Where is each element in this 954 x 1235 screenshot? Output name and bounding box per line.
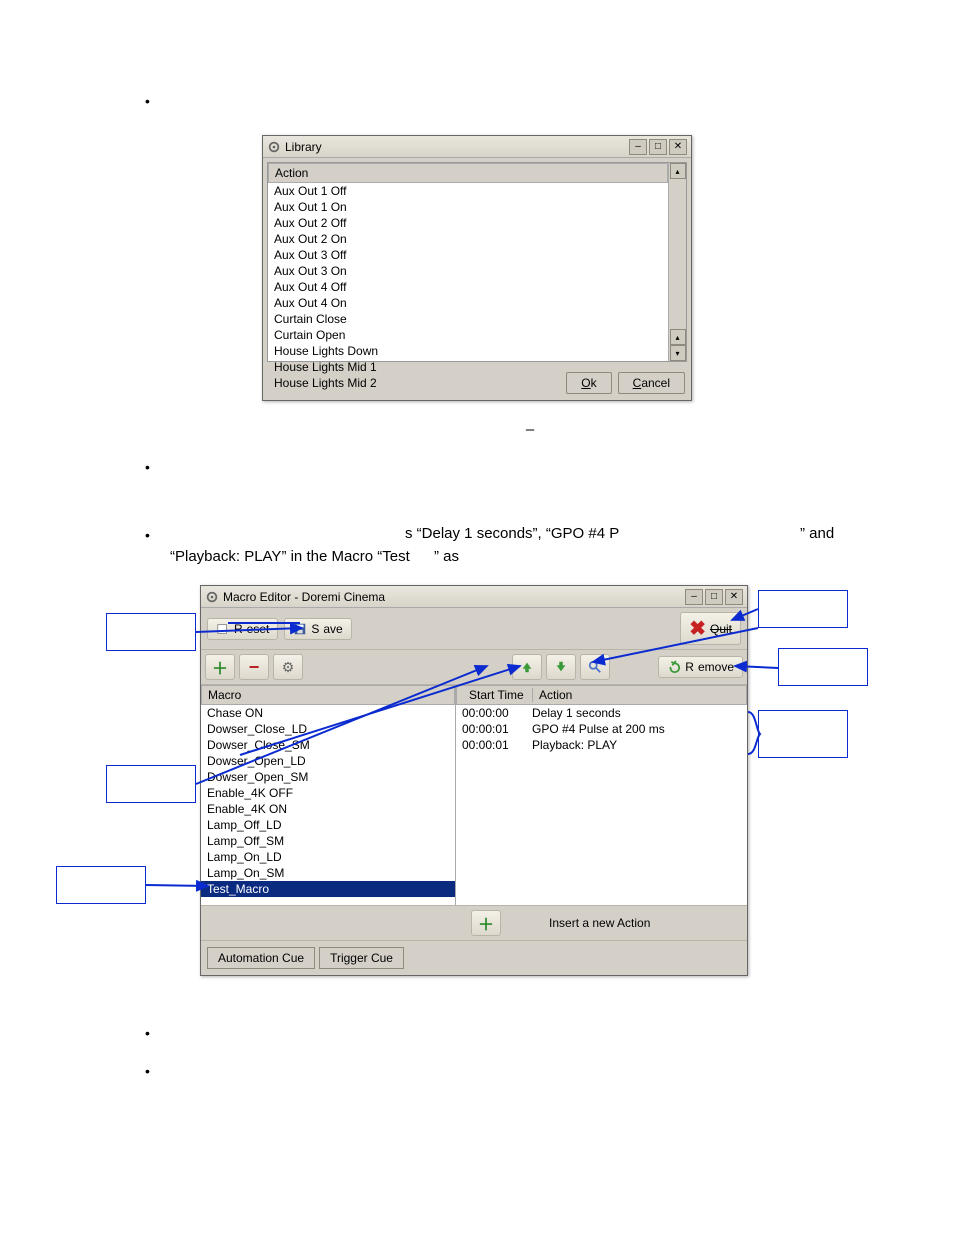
tab-automation-cue[interactable]: Automation Cue bbox=[207, 947, 315, 969]
list-item[interactable]: Aux Out 3 On bbox=[268, 263, 668, 279]
bullet: • bbox=[145, 459, 150, 475]
minimize-button[interactable]: – bbox=[685, 589, 703, 605]
macro-column-header: Macro bbox=[201, 685, 455, 705]
list-item[interactable]: Aux Out 2 Off bbox=[268, 215, 668, 231]
list-item[interactable]: Curtain Close bbox=[268, 311, 668, 327]
library-window: Library – □ ✕ Action Aux Out 1 OffAux Ou… bbox=[262, 135, 692, 401]
cell-start-time: 00:00:01 bbox=[462, 722, 532, 736]
cell-action: GPO #4 Pulse at 200 ms bbox=[532, 722, 741, 736]
remove-button[interactable]: Remove bbox=[658, 656, 743, 678]
window-title: Library bbox=[285, 140, 629, 154]
add-action-button[interactable]: ＋ bbox=[471, 910, 501, 936]
list-item[interactable]: Dowser_Close_LD bbox=[201, 721, 455, 737]
settings-button[interactable]: ⚙ bbox=[273, 654, 303, 680]
body-text: ” as bbox=[434, 546, 459, 567]
macro-editor-window: Macro Editor - Doremi Cinema – □ ✕ Reset… bbox=[200, 585, 748, 976]
ok-button[interactable]: Ok bbox=[566, 372, 611, 394]
list-item[interactable]: Dowser_Open_LD bbox=[201, 753, 455, 769]
undo-icon bbox=[667, 660, 681, 674]
start-time-header: Start Time bbox=[463, 688, 533, 702]
body-text: s “Delay 1 seconds”, “GPO #4 P bbox=[405, 523, 619, 544]
list-item[interactable]: Aux Out 1 Off bbox=[268, 183, 668, 199]
move-down-button[interactable] bbox=[546, 654, 576, 680]
arrow-up-icon bbox=[520, 660, 534, 674]
minimize-button[interactable]: – bbox=[629, 139, 647, 155]
zoom-button[interactable] bbox=[580, 654, 610, 680]
list-item[interactable]: Lamp_Off_SM bbox=[201, 833, 455, 849]
table-row[interactable]: 00:00:01Playback: PLAY bbox=[456, 737, 747, 753]
minus-icon: − bbox=[249, 657, 260, 678]
add-macro-button[interactable]: ＋ bbox=[205, 654, 235, 680]
scrollbar[interactable]: ▴ ▴ ▾ bbox=[668, 163, 686, 361]
magnifier-icon bbox=[588, 660, 602, 674]
scroll-up[interactable]: ▴ bbox=[670, 163, 686, 179]
list-item[interactable]: Enable_4K ON bbox=[201, 801, 455, 817]
callout-save bbox=[106, 613, 196, 651]
bullet: • bbox=[145, 1025, 150, 1041]
body-text: ” and bbox=[800, 523, 834, 544]
cell-start-time: 00:00:01 bbox=[462, 738, 532, 752]
body-text: “Playback: PLAY” in the Macro “Test bbox=[170, 546, 410, 567]
gear-icon bbox=[205, 590, 219, 604]
callout-movedown bbox=[106, 765, 196, 803]
cell-action: Delay 1 seconds bbox=[532, 706, 741, 720]
bullet: • bbox=[145, 93, 150, 109]
list-item[interactable]: Dowser_Open_SM bbox=[201, 769, 455, 785]
maximize-button[interactable]: □ bbox=[705, 589, 723, 605]
action-list[interactable]: Aux Out 1 OffAux Out 1 OnAux Out 2 OffAu… bbox=[268, 183, 668, 391]
insert-action-label: Insert a new Action bbox=[549, 916, 650, 930]
plus-icon: ＋ bbox=[212, 655, 228, 679]
cancel-button[interactable]: Cancel bbox=[618, 372, 685, 394]
list-item[interactable]: Aux Out 4 Off bbox=[268, 279, 668, 295]
maximize-button[interactable]: □ bbox=[649, 139, 667, 155]
list-item[interactable]: Dowser_Close_SM bbox=[201, 737, 455, 753]
list-item[interactable]: Curtain Open bbox=[268, 327, 668, 343]
list-item[interactable]: Lamp_On_SM bbox=[201, 865, 455, 881]
list-item[interactable]: Enable_4K OFF bbox=[201, 785, 455, 801]
list-item[interactable]: Chase ON bbox=[201, 705, 455, 721]
quit-button[interactable]: ✖ Quit bbox=[680, 612, 741, 645]
table-row[interactable]: 00:00:01GPO #4 Pulse at 200 ms bbox=[456, 721, 747, 737]
list-item[interactable]: House Lights Down bbox=[268, 343, 668, 359]
close-button[interactable]: ✕ bbox=[725, 589, 743, 605]
column-header: Action bbox=[268, 163, 668, 183]
list-item[interactable]: Aux Out 3 Off bbox=[268, 247, 668, 263]
cell-action: Playback: PLAY bbox=[532, 738, 741, 752]
reset-button[interactable]: Reset bbox=[207, 618, 278, 640]
close-button[interactable]: ✕ bbox=[669, 139, 687, 155]
callout-quit bbox=[758, 590, 848, 628]
callout-actions bbox=[758, 710, 848, 758]
tab-trigger-cue[interactable]: Trigger Cue bbox=[319, 947, 404, 969]
bullet: • bbox=[145, 527, 150, 543]
figure-caption: – bbox=[330, 421, 730, 438]
window-title: Macro Editor - Doremi Cinema bbox=[223, 590, 685, 604]
list-item[interactable]: Aux Out 4 On bbox=[268, 295, 668, 311]
macro-list[interactable]: Chase ONDowser_Close_LDDowser_Close_SMDo… bbox=[201, 705, 455, 897]
table-row[interactable]: 00:00:00Delay 1 seconds bbox=[456, 705, 747, 721]
cell-start-time: 00:00:00 bbox=[462, 706, 532, 720]
close-icon: ✖ bbox=[689, 616, 706, 641]
move-up-button[interactable] bbox=[512, 654, 542, 680]
callout-remove bbox=[778, 648, 868, 686]
action-list[interactable]: 00:00:00Delay 1 seconds00:00:01GPO #4 Pu… bbox=[456, 705, 747, 753]
bullet: • bbox=[145, 1063, 150, 1079]
scroll-up-2[interactable]: ▴ bbox=[670, 329, 686, 345]
save-button[interactable]: Save bbox=[284, 618, 351, 640]
arrow-down-icon bbox=[554, 660, 568, 674]
delete-macro-button[interactable]: − bbox=[239, 654, 269, 680]
list-item[interactable]: Lamp_On_LD bbox=[201, 849, 455, 865]
gear-icon bbox=[267, 140, 281, 154]
list-item[interactable]: Aux Out 2 On bbox=[268, 231, 668, 247]
action-columns-header: Start Time Action bbox=[456, 685, 747, 705]
action-header: Action bbox=[533, 688, 740, 702]
plus-icon: ＋ bbox=[478, 911, 494, 935]
scroll-down[interactable]: ▾ bbox=[670, 345, 686, 361]
list-item[interactable]: Lamp_Off_LD bbox=[201, 817, 455, 833]
list-item[interactable]: Aux Out 1 On bbox=[268, 199, 668, 215]
list-item[interactable]: Test_Macro bbox=[201, 881, 455, 897]
callout-testmacro bbox=[56, 866, 146, 904]
titlebar: Library – □ ✕ bbox=[263, 136, 691, 158]
gear-icon: ⚙ bbox=[282, 659, 295, 676]
titlebar: Macro Editor - Doremi Cinema – □ ✕ bbox=[201, 586, 747, 608]
